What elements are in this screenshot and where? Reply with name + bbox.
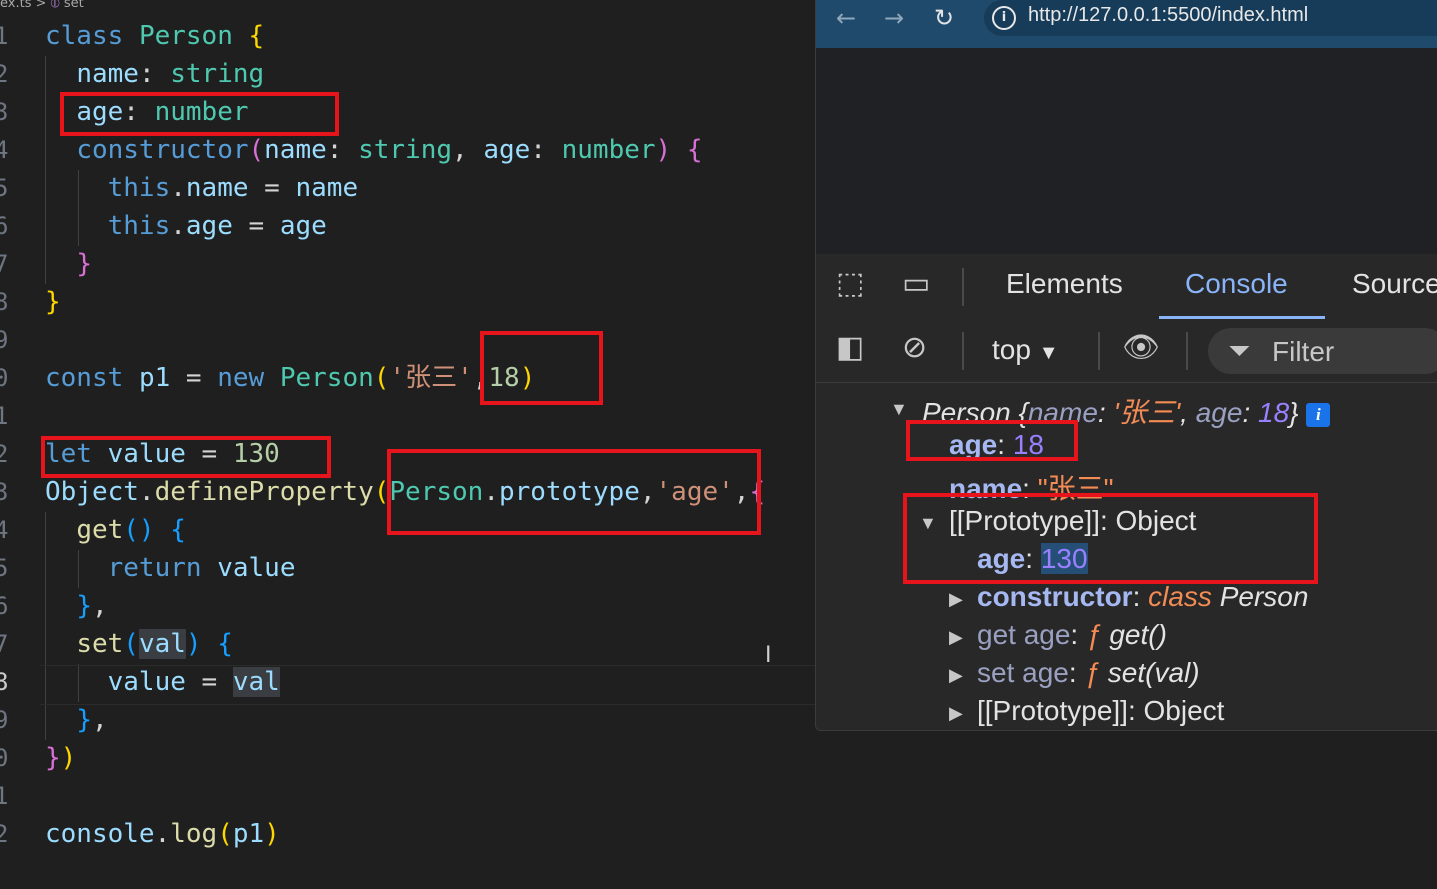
console-toolbar: ◧ ⊘ top ▼ 👁 ⏷ Filter (816, 320, 1437, 383)
line-number: 5 (0, 554, 9, 582)
code-line: }) (45, 743, 77, 773)
collapsed-triangle-icon[interactable]: ▶ (949, 589, 963, 610)
proto-prototype[interactable]: [[Prototype]]: Object (977, 695, 1224, 727)
tab-elements[interactable]: Elements (1006, 268, 1123, 300)
page-viewport (816, 48, 1437, 254)
code-line: name: string (76, 59, 265, 89)
line-number: 1 (0, 22, 9, 50)
line-number: 9 (0, 706, 9, 734)
collapsed-triangle-icon[interactable]: ▶ (949, 627, 963, 648)
inspect-element-icon[interactable]: ⬚ (836, 266, 864, 301)
line-number: 2 (0, 820, 9, 848)
line-number: 9 (0, 326, 9, 354)
filter-icon: ⏷ (1228, 334, 1251, 367)
line-number: 5 (0, 174, 9, 202)
line-number: 1 (0, 402, 9, 430)
back-icon[interactable]: ← (836, 4, 856, 32)
browser-toolbar: ← → ↻ i http://127.0.0.1:5500/index.html (816, 0, 1437, 48)
line-number: 3 (0, 98, 9, 126)
divider (1098, 332, 1100, 370)
line-number: 0 (0, 744, 9, 772)
line-number: 6 (0, 592, 9, 620)
code-line: get() { (76, 515, 186, 545)
info-badge-icon[interactable]: i (1306, 402, 1331, 427)
console-output: ▼ Person {name: '张三', age: 18} i age: 18… (816, 383, 1437, 730)
filter-input[interactable]: ⏷ Filter (1208, 328, 1437, 374)
info-icon[interactable]: i (992, 6, 1016, 30)
line-number: 1 (0, 782, 9, 810)
code-line: }, (76, 591, 108, 621)
collapsed-triangle-icon[interactable]: ▶ (949, 665, 963, 686)
line-number: 4 (0, 136, 9, 164)
expanded-triangle-icon[interactable]: ▼ (890, 399, 908, 420)
line-number: 6 (0, 212, 9, 240)
proto-setter[interactable]: set age: ƒ set(val) (977, 657, 1200, 689)
divider (962, 332, 964, 370)
code-line: return value (107, 553, 296, 583)
dropdown-arrow-icon: ▼ (1038, 342, 1059, 364)
code-line: set(val) { (76, 629, 233, 659)
annotation-box (903, 493, 1318, 584)
address-bar[interactable]: i http://127.0.0.1:5500/index.html (984, 0, 1437, 36)
annotation-box (41, 436, 331, 478)
code-line: this.age = age (107, 211, 327, 241)
breadcrumb-file[interactable]: ex.ts (0, 0, 31, 11)
code-line: }, (76, 705, 108, 735)
url-text[interactable]: http://127.0.0.1:5500/index.html (1028, 4, 1308, 27)
code-line: this.name = name (107, 173, 359, 203)
line-number: 3 (0, 478, 9, 506)
code-line: console.log(p1) (45, 819, 280, 849)
divider (1186, 332, 1188, 370)
line-number: 2 (0, 440, 9, 468)
breadcrumb: ex.ts > ⦶ set (0, 0, 84, 12)
text-cursor-icon: I (765, 643, 772, 668)
live-expression-eye-icon[interactable]: 👁 (1122, 330, 1160, 365)
line-number: 7 (0, 630, 9, 658)
line-number: 2 (0, 60, 9, 88)
collapsed-triangle-icon[interactable]: ▶ (949, 703, 963, 724)
proto-getter[interactable]: get age: ƒ get() (977, 619, 1167, 651)
code-line: const p1 = new Person('张三',18) (45, 363, 536, 393)
method-symbol-icon: ⦶ (50, 0, 60, 11)
annotation-box (480, 331, 603, 405)
filter-placeholder: Filter (1272, 336, 1335, 367)
clear-console-icon[interactable]: ⊘ (902, 330, 927, 365)
annotation-box (387, 449, 761, 535)
line-number: 8 (0, 288, 9, 316)
code-line: constructor(name: string, age: number) { (76, 135, 703, 165)
browser-window: ← → ↻ i http://127.0.0.1:5500/index.html… (815, 0, 1437, 731)
breadcrumb-symbol[interactable]: set (64, 0, 84, 11)
tab-console[interactable]: Console (1185, 268, 1288, 300)
annotation-box (60, 92, 339, 136)
line-number: 7 (0, 250, 9, 278)
line-number: 4 (0, 516, 9, 544)
devtools-tabbar: ⬚ ▭ Elements Console Sources (816, 254, 1437, 321)
line-number-current: 8 (0, 668, 9, 696)
divider (962, 268, 964, 306)
device-toolbar-icon[interactable]: ▭ (902, 266, 930, 301)
proto-constructor[interactable]: constructor: class Person (977, 581, 1308, 613)
tab-sources[interactable]: Sources (1352, 268, 1437, 300)
active-tab-indicator (1159, 316, 1325, 319)
annotation-box (906, 420, 1078, 461)
code-line: } (76, 249, 92, 279)
sidebar-toggle-icon[interactable]: ◧ (836, 330, 864, 365)
code-editor[interactable]: ex.ts > ⦶ set 1 2 3 4 5 6 7 8 9 0 1 2 3 4 5… (0, 0, 815, 889)
code-line: class Person { (45, 21, 265, 51)
code-line: } (45, 287, 61, 317)
line-number: 0 (0, 364, 9, 392)
code-line: value = val (107, 667, 280, 697)
breadcrumb-separator-icon: > (35, 0, 47, 11)
reload-icon[interactable]: ↻ (934, 4, 954, 32)
context-selector[interactable]: top ▼ (992, 334, 1059, 366)
forward-icon[interactable]: → (884, 4, 904, 32)
